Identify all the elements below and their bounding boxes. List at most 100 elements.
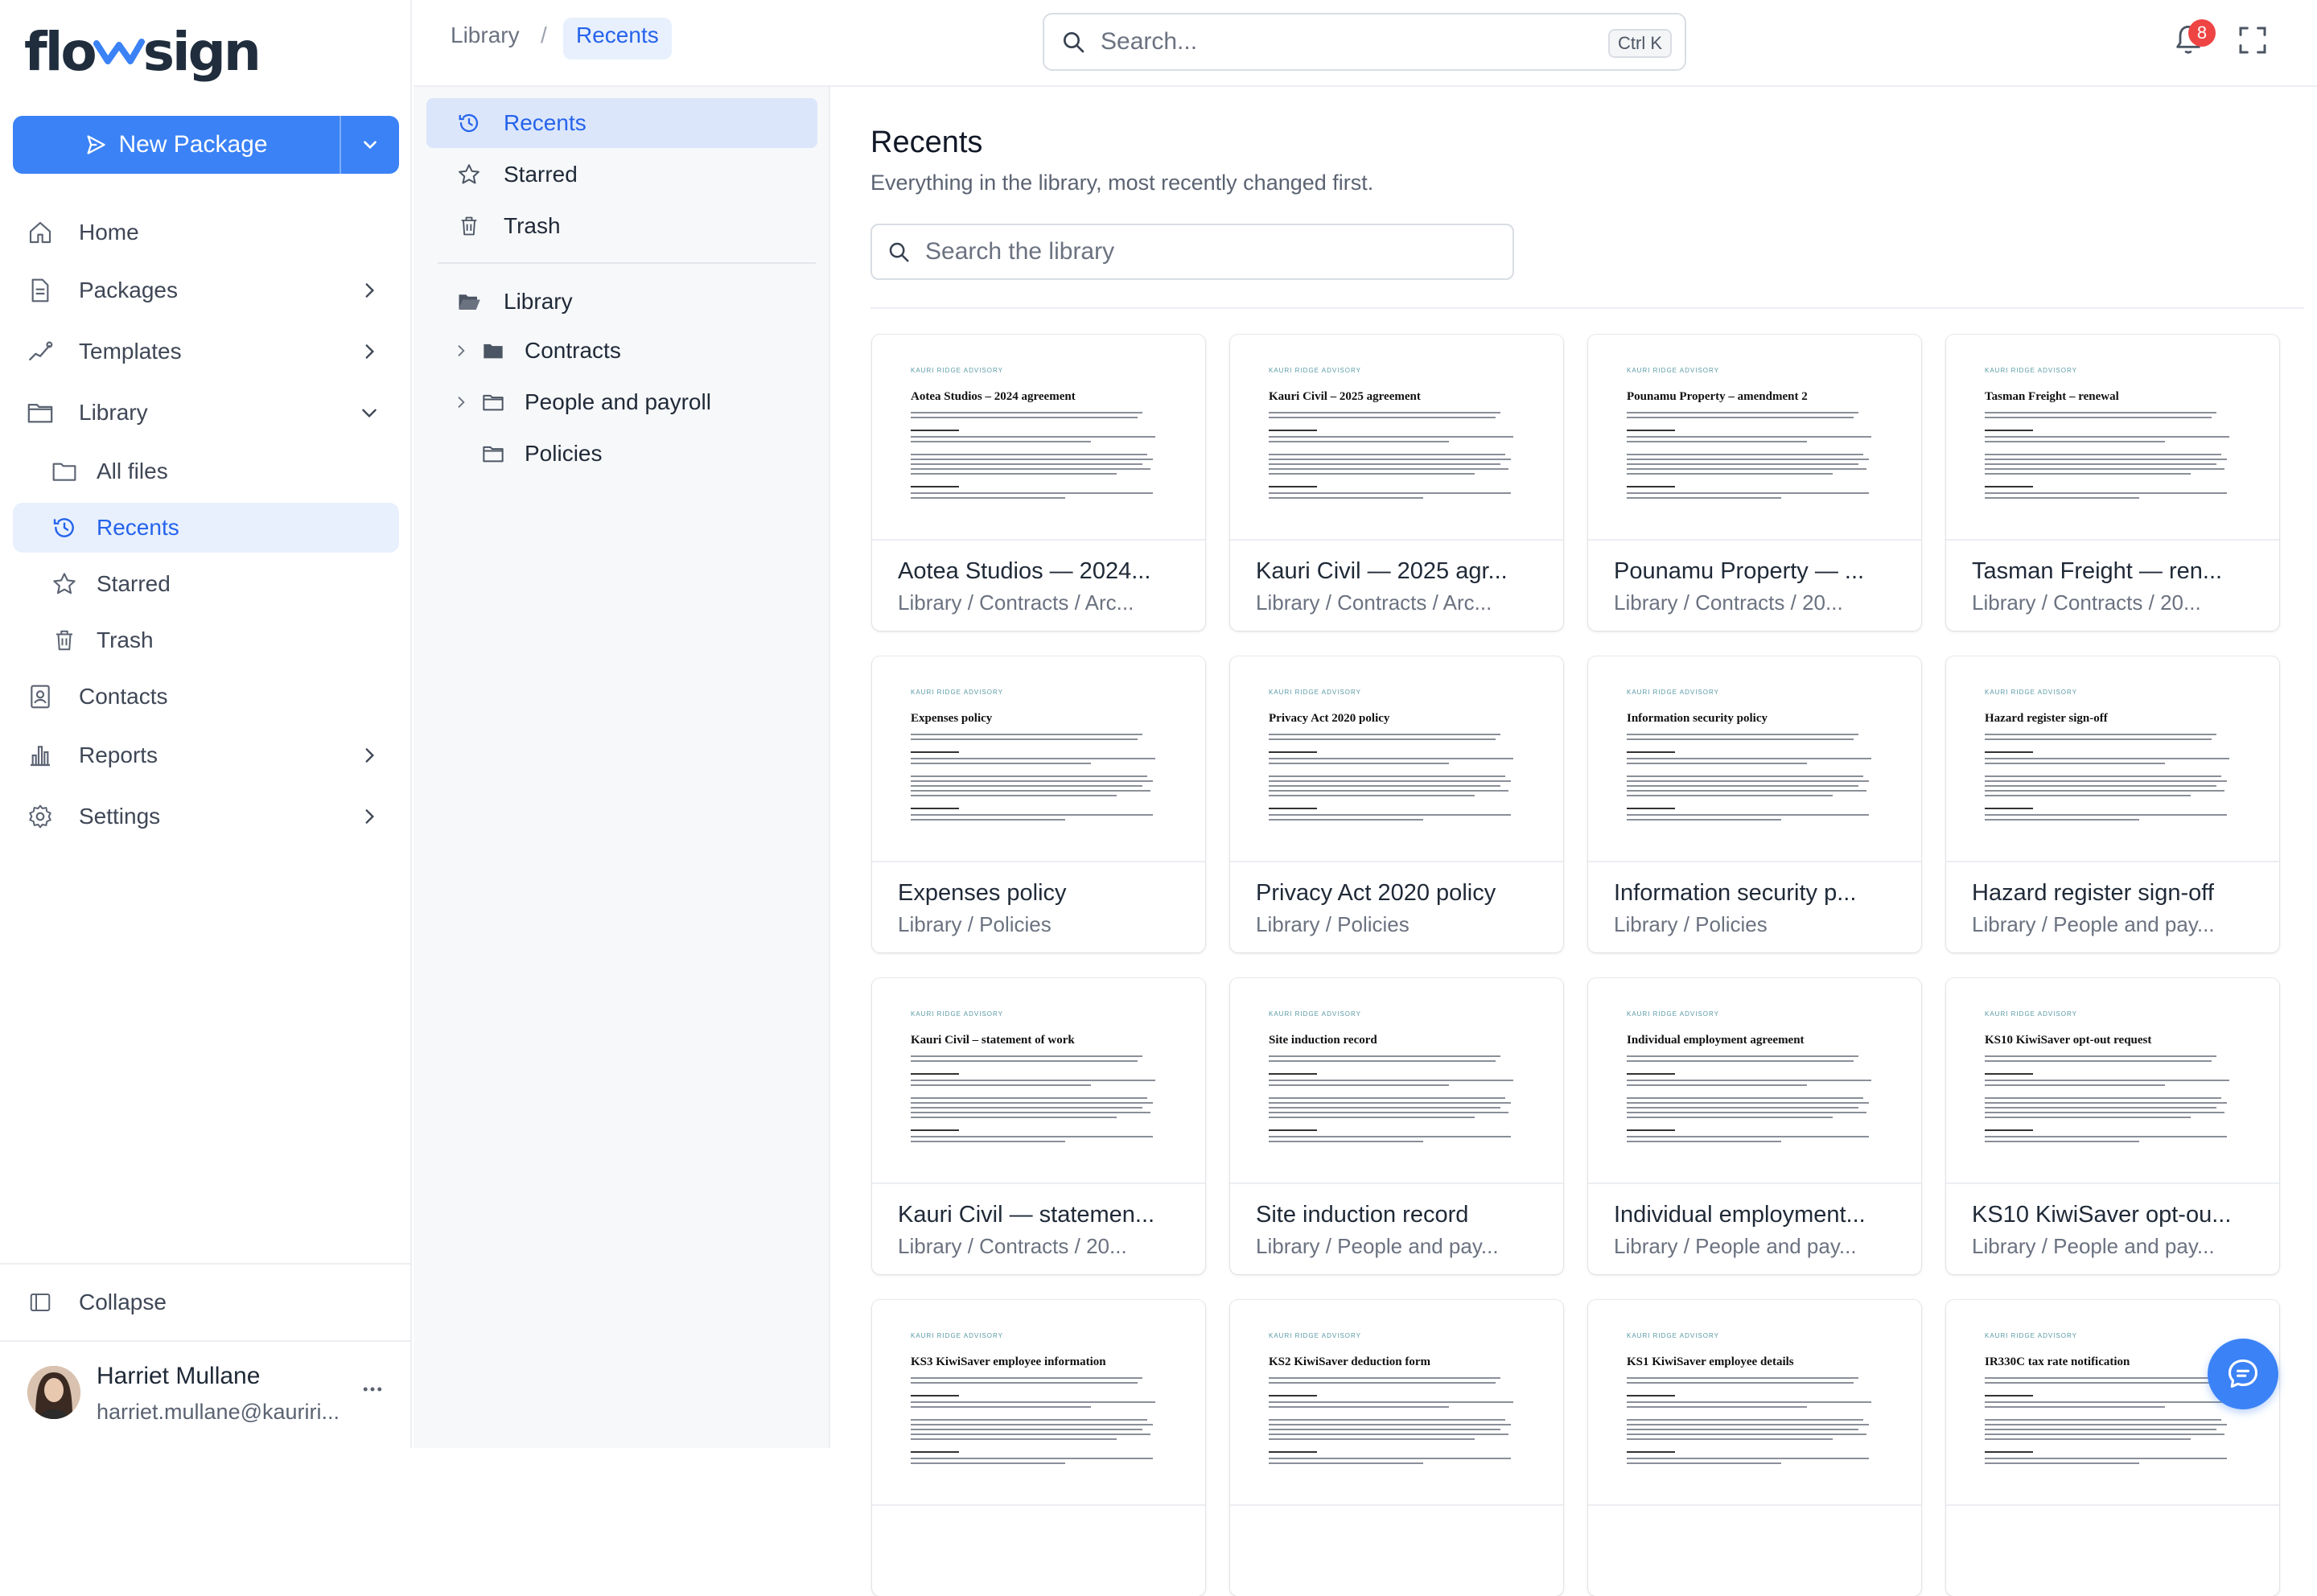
document-card[interactable]: KAURI RIDGE ADVISORY Aotea Studios – 2024… bbox=[872, 335, 1205, 631]
document-thumbnail: KAURI RIDGE ADVISORY KS3 KiwiSaver employ… bbox=[872, 1300, 1205, 1506]
folder-tree-label: Policies bbox=[525, 441, 603, 466]
chevron-right-icon bbox=[365, 283, 375, 298]
avatar[interactable] bbox=[27, 1366, 80, 1419]
document-heading: KS10 KiwiSaver opt-out request bbox=[1985, 1034, 2152, 1047]
document-org-label: KAURI RIDGE ADVISORY bbox=[1627, 1332, 1719, 1339]
document-card[interactable]: KAURI RIDGE ADVISORY Privacy Act 2020 pol… bbox=[1230, 656, 1563, 952]
folder-nav-starred[interactable]: Starred bbox=[426, 150, 817, 200]
flowsign-logo[interactable]: flo sign bbox=[24, 19, 261, 84]
document-org-label: KAURI RIDGE ADVISORY bbox=[911, 689, 1003, 696]
document-thumbnail: KAURI RIDGE ADVISORY Expenses policy bbox=[872, 656, 1205, 862]
logo-wave-icon bbox=[93, 39, 145, 64]
document-card[interactable]: KAURI RIDGE ADVISORY Kauri Civil – 2025 a… bbox=[1230, 335, 1563, 631]
new-package-button[interactable]: New Package bbox=[13, 116, 341, 174]
document-text-lines bbox=[1627, 412, 1884, 499]
new-package-split-button: New Package bbox=[13, 116, 399, 174]
new-package-dropdown-button[interactable] bbox=[341, 116, 399, 174]
folder-icon bbox=[479, 389, 507, 416]
document-text-lines bbox=[1269, 1377, 1526, 1464]
document-path: Library / Contracts / 20... bbox=[1614, 590, 1843, 615]
folder-tree-policies[interactable]: Policies bbox=[426, 429, 817, 479]
sidebar-item-home[interactable]: Home bbox=[13, 208, 399, 257]
document-card[interactable]: KAURI RIDGE ADVISORY Pounamu Property – a… bbox=[1588, 335, 1921, 631]
document-card[interactable]: KAURI RIDGE ADVISORY KS1 KiwiSaver employ… bbox=[1588, 1300, 1921, 1596]
search-icon bbox=[889, 242, 909, 262]
document-heading: KS2 KiwiSaver deduction form bbox=[1269, 1355, 1430, 1368]
document-card[interactable]: KAURI RIDGE ADVISORY KS2 KiwiSaver deduct… bbox=[1230, 1300, 1563, 1596]
sidebar-item-library[interactable]: Library bbox=[13, 388, 399, 438]
chevron-right-icon[interactable] bbox=[452, 337, 470, 364]
history-icon bbox=[455, 109, 483, 137]
document-thumbnail: KAURI RIDGE ADVISORY Pounamu Property – a… bbox=[1588, 335, 1921, 541]
document-text-lines bbox=[1269, 412, 1526, 499]
document-path: Library / Contracts / Arc... bbox=[1256, 590, 1492, 615]
sidebar-item-settings[interactable]: Settings bbox=[13, 792, 399, 841]
document-path: Library / People and pay... bbox=[1972, 1234, 2215, 1258]
document-org-label: KAURI RIDGE ADVISORY bbox=[1985, 367, 2077, 374]
chevron-right-icon bbox=[365, 344, 375, 359]
folder-nav-trash[interactable]: Trash bbox=[426, 201, 817, 251]
folder-tree-library[interactable]: Library bbox=[426, 277, 817, 327]
document-text-lines bbox=[1269, 1055, 1526, 1142]
document-path: Library / People and pay... bbox=[1614, 1234, 1857, 1258]
page-title: Recents bbox=[870, 125, 983, 159]
document-thumbnail: KAURI RIDGE ADVISORY Hazard register sign… bbox=[1946, 656, 2279, 862]
gear-icon bbox=[26, 802, 55, 831]
document-text-lines bbox=[1627, 734, 1884, 821]
document-text-lines bbox=[1985, 734, 2242, 821]
document-card[interactable]: KAURI RIDGE ADVISORY Site induction recor… bbox=[1230, 978, 1563, 1274]
send-icon bbox=[87, 135, 106, 154]
breadcrumb-library[interactable]: Library bbox=[451, 23, 520, 48]
user-menu-button[interactable] bbox=[360, 1377, 385, 1401]
document-org-label: KAURI RIDGE ADVISORY bbox=[1985, 689, 2077, 696]
sidebar-item-label: Recents bbox=[97, 515, 179, 540]
folder-tree-contracts[interactable]: Contracts bbox=[426, 326, 817, 376]
user-email: harriet.mullane@kauriri... bbox=[97, 1400, 340, 1424]
folder-nav-recents[interactable]: Recents bbox=[426, 98, 817, 148]
document-thumbnail: KAURI RIDGE ADVISORY Privacy Act 2020 pol… bbox=[1230, 656, 1563, 862]
notifications-button[interactable]: 8 bbox=[2172, 19, 2216, 61]
document-org-label: KAURI RIDGE ADVISORY bbox=[1269, 689, 1361, 696]
library-search-input[interactable]: Search the library bbox=[870, 224, 1514, 280]
chevron-right-icon[interactable] bbox=[452, 389, 470, 416]
folder-icon bbox=[26, 398, 55, 427]
sidebar-item-label: Trash bbox=[97, 627, 154, 652]
collapse-button[interactable]: Collapse bbox=[13, 1277, 399, 1327]
document-heading: KS1 KiwiSaver employee details bbox=[1627, 1355, 1794, 1368]
folder-icon bbox=[479, 440, 507, 467]
sidebar-item-starred[interactable]: Starred bbox=[13, 559, 399, 609]
sidebar-item-packages[interactable]: Packages bbox=[13, 265, 399, 315]
sidebar-item-label: Settings bbox=[79, 804, 161, 829]
sidebar-item-label: Home bbox=[79, 220, 139, 245]
document-path: Library / Policies bbox=[1614, 912, 1768, 936]
document-card[interactable]: KAURI RIDGE ADVISORY Kauri Civil – statem… bbox=[872, 978, 1205, 1274]
document-card[interactable]: KAURI RIDGE ADVISORY KS3 KiwiSaver employ… bbox=[872, 1300, 1205, 1596]
folder-tree-people-and-payroll[interactable]: People and payroll bbox=[426, 377, 817, 427]
global-search-input[interactable]: Search... Ctrl K bbox=[1043, 13, 1686, 71]
sidebar-item-label: Templates bbox=[79, 339, 182, 364]
breadcrumb-current[interactable]: Recents bbox=[563, 18, 672, 60]
fullscreen-button[interactable] bbox=[2237, 24, 2269, 56]
document-text-lines bbox=[1985, 1055, 2242, 1142]
fullscreen-icon bbox=[2239, 27, 2266, 54]
sidebar-item-all-files[interactable]: All files bbox=[13, 446, 399, 496]
document-card[interactable]: KAURI RIDGE ADVISORY KS10 KiwiSaver opt-o… bbox=[1946, 978, 2279, 1274]
sidebar-item-label: Contacts bbox=[79, 684, 168, 709]
document-card[interactable]: KAURI RIDGE ADVISORY Individual employmen… bbox=[1588, 978, 1921, 1274]
document-text-lines bbox=[1627, 1055, 1884, 1142]
chat-button[interactable] bbox=[2208, 1339, 2278, 1409]
document-name: Expenses policy bbox=[898, 880, 1067, 906]
global-search-placeholder: Search... bbox=[1101, 28, 1198, 55]
sidebar-item-recents[interactable]: Recents bbox=[13, 503, 399, 553]
document-thumbnail: KAURI RIDGE ADVISORY Tasman Freight – ren… bbox=[1946, 335, 2279, 541]
document-card[interactable]: KAURI RIDGE ADVISORY Expenses policy Expen… bbox=[872, 656, 1205, 952]
document-card[interactable]: KAURI RIDGE ADVISORY Hazard register sign… bbox=[1946, 656, 2279, 952]
document-card[interactable]: KAURI RIDGE ADVISORY Information security… bbox=[1588, 656, 1921, 952]
document-path: Library / Policies bbox=[1256, 912, 1410, 936]
document-org-label: KAURI RIDGE ADVISORY bbox=[1627, 689, 1719, 696]
sidebar-item-contacts[interactable]: Contacts bbox=[13, 672, 399, 722]
document-card[interactable]: KAURI RIDGE ADVISORY Tasman Freight – ren… bbox=[1946, 335, 2279, 631]
sidebar-item-trash[interactable]: Trash bbox=[13, 615, 399, 665]
sidebar-item-reports[interactable]: Reports bbox=[13, 730, 399, 780]
sidebar-item-templates[interactable]: Templates bbox=[13, 327, 399, 376]
